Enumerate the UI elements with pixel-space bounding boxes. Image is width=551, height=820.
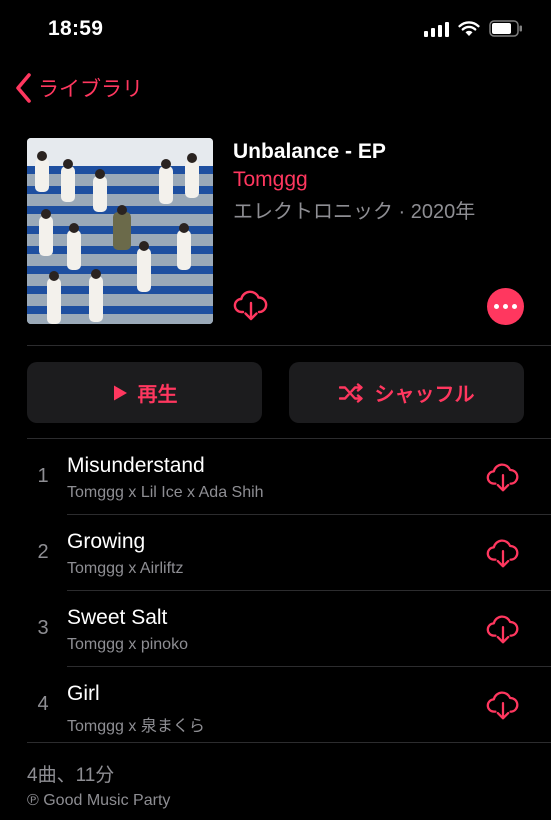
cloud-download-icon [233, 290, 268, 321]
track-artist: Tomggg x pinoko [67, 636, 188, 653]
play-label: 再生 [137, 384, 178, 406]
shuffle-button[interactable]: シャッフル [289, 362, 524, 423]
more-options-button[interactable] [487, 288, 524, 325]
track-number: 2 [37, 541, 49, 563]
shuffle-label: シャッフル [374, 384, 475, 406]
album-genre-year: エレクトロニック · 2020年 [233, 201, 476, 223]
header-divider [27, 345, 551, 346]
cloud-download-icon [486, 463, 519, 492]
track-row[interactable]: 3 Sweet Salt Tomggg x pinoko [0, 591, 551, 667]
track-row[interactable]: 1 Misunderstand Tomggg x Lil Ice x Ada S… [0, 439, 551, 515]
shuffle-icon [338, 382, 363, 403]
back-button[interactable]: ライブラリ [14, 72, 143, 104]
track-row[interactable]: 4 Girl Tomggg x 泉まくら [0, 667, 551, 743]
signal-icon [424, 21, 449, 37]
track-download-button[interactable] [486, 461, 520, 500]
cloud-download-icon [486, 691, 519, 720]
album-title: Unbalance - EP [233, 140, 386, 163]
track-list: 1 Misunderstand Tomggg x Lil Ice x Ada S… [0, 439, 551, 743]
cloud-download-icon [486, 615, 519, 644]
album-artist-link[interactable]: Tomggg [233, 168, 308, 192]
track-artist: Tomggg x 泉まくら [67, 718, 205, 735]
track-title: Sweet Salt [67, 606, 168, 629]
track-title: Girl [67, 682, 100, 705]
track-download-button[interactable] [486, 689, 520, 728]
track-download-button[interactable] [486, 613, 520, 652]
track-download-button[interactable] [486, 537, 520, 576]
battery-icon [489, 20, 522, 37]
copyright-label: ℗ Good Music Party [27, 792, 171, 809]
track-title: Growing [67, 530, 146, 553]
back-label: ライブラリ [38, 78, 143, 101]
cloud-download-icon [486, 539, 519, 568]
chevron-left-icon [16, 73, 31, 103]
track-title: Misunderstand [67, 454, 205, 477]
track-row[interactable]: 2 Growing Tomggg x Airliftz [0, 515, 551, 591]
play-icon [113, 385, 127, 400]
track-artist: Tomggg x Lil Ice x Ada Shih [67, 484, 264, 501]
track-count-duration: 4曲、11分 [27, 765, 115, 786]
wifi-icon [458, 20, 480, 36]
status-icons [424, 20, 523, 37]
status-bar: 18:59 [0, 0, 551, 60]
album-artwork [27, 138, 213, 324]
track-number: 1 [37, 465, 49, 487]
status-time: 18:59 [48, 17, 104, 40]
track-number: 4 [37, 693, 49, 715]
row-divider [27, 742, 551, 743]
play-button[interactable]: 再生 [27, 362, 262, 423]
more-icon [494, 304, 499, 309]
track-number: 3 [37, 617, 49, 639]
album-download-button[interactable] [233, 288, 269, 329]
track-artist: Tomggg x Airliftz [67, 560, 184, 577]
